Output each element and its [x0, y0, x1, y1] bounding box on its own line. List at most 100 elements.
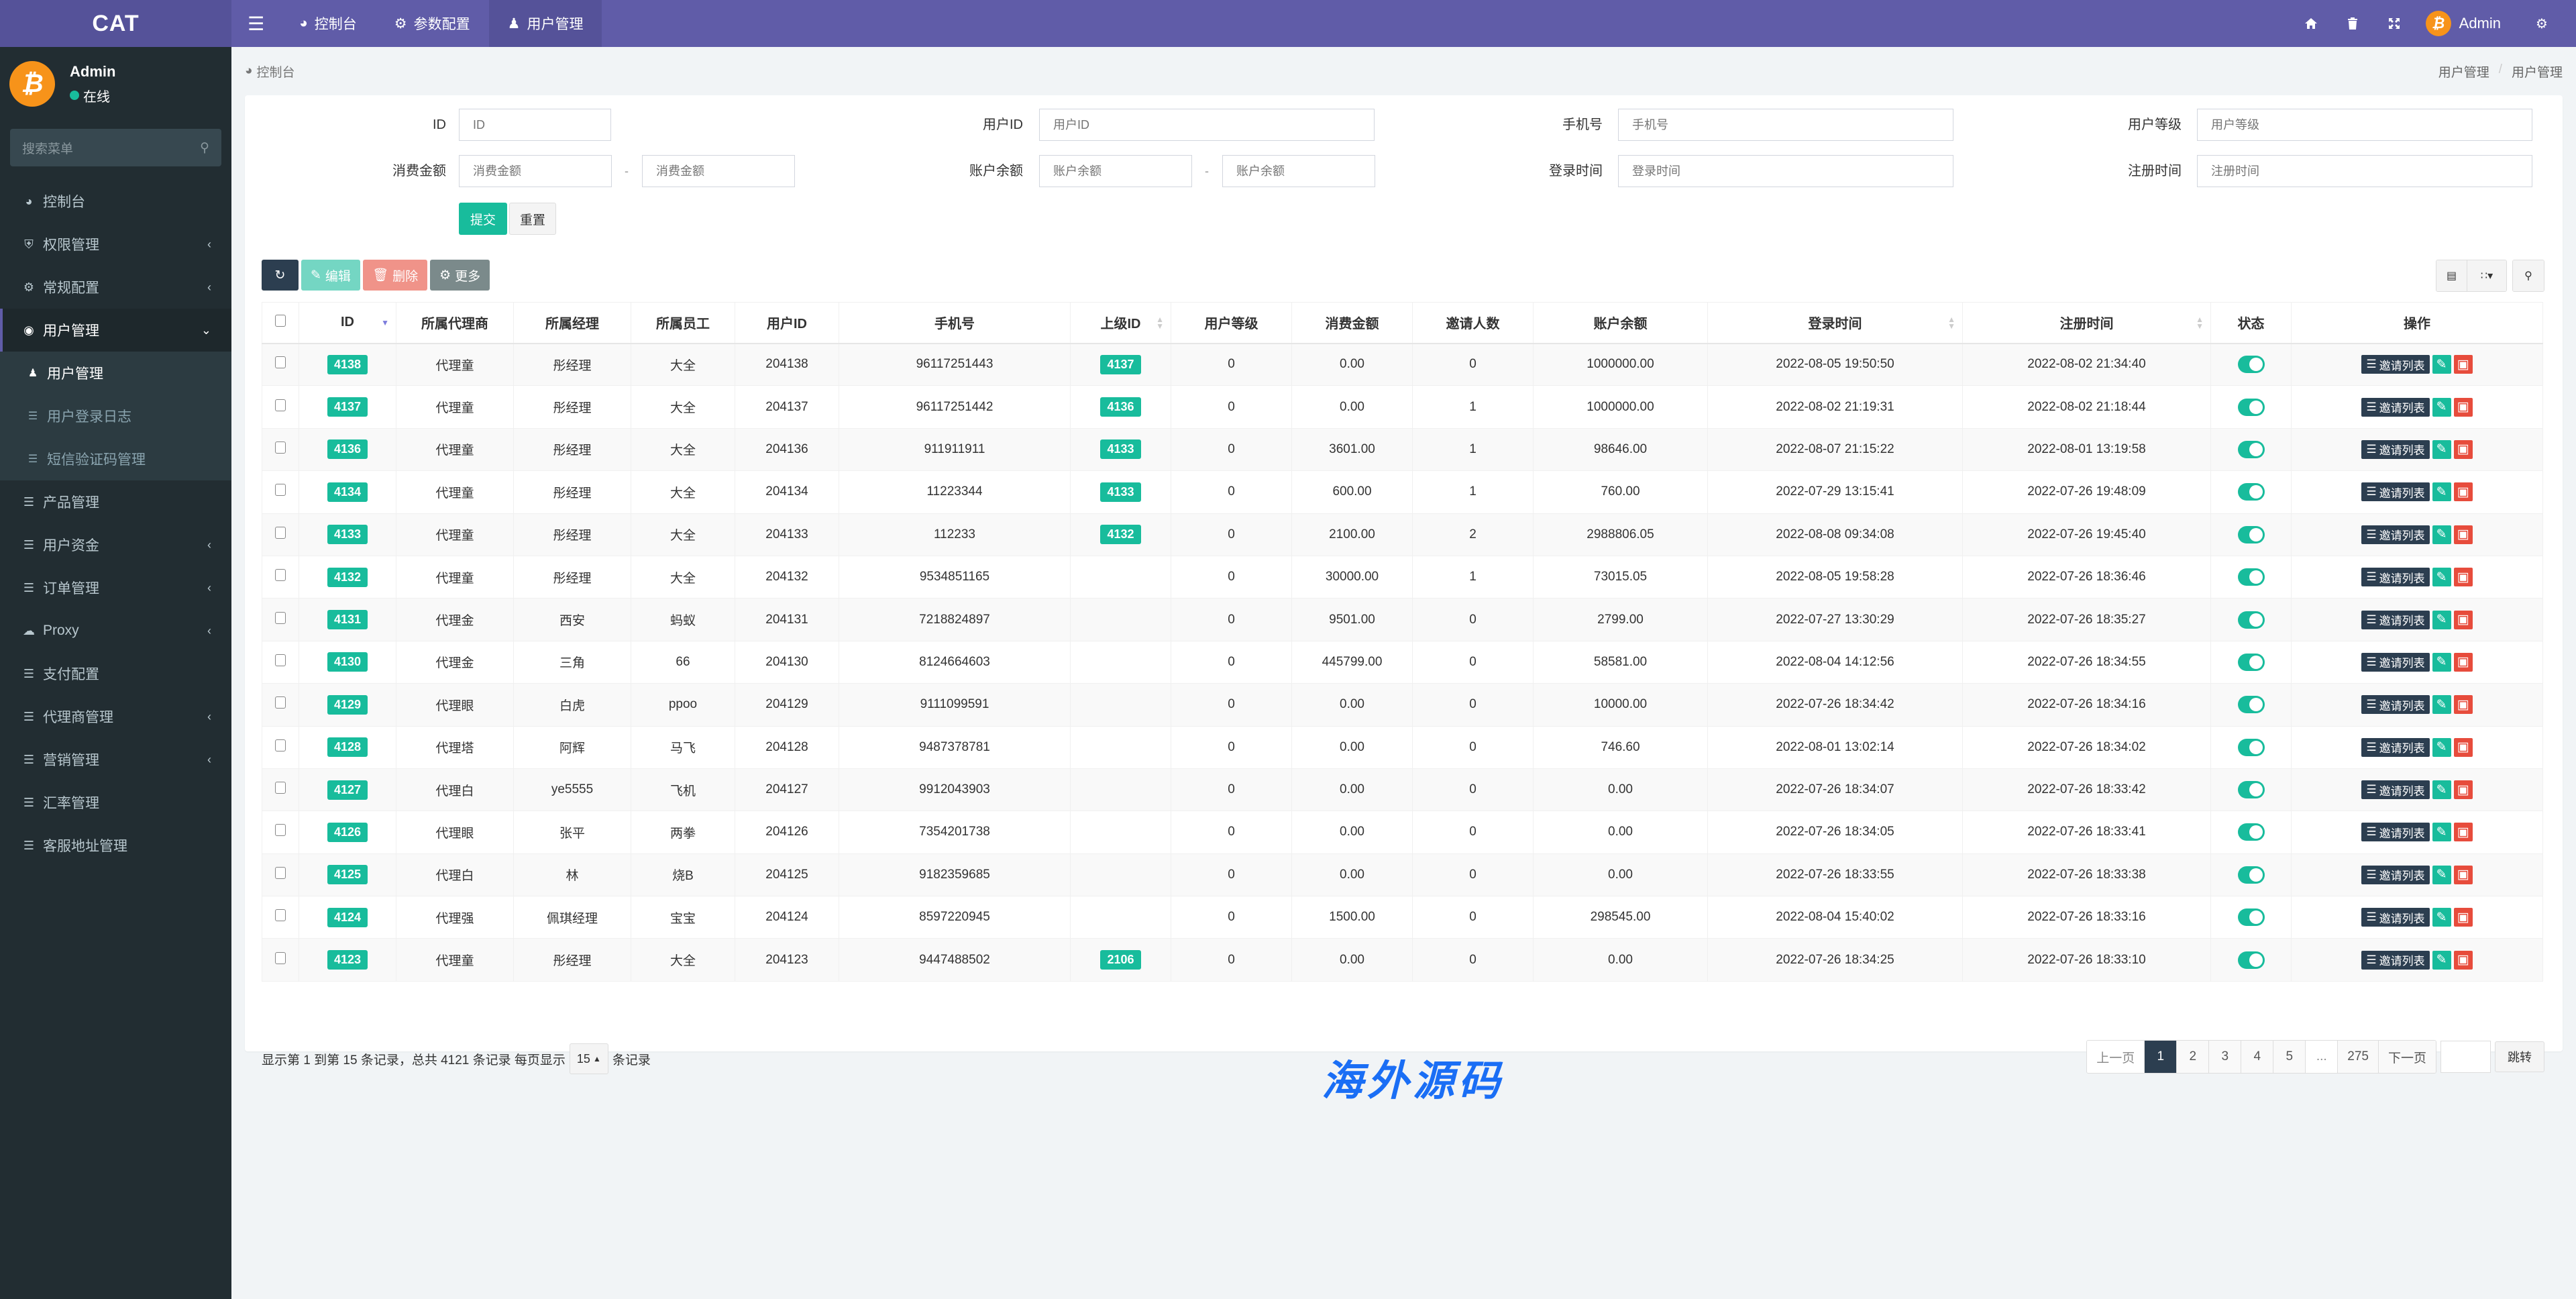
row-delete-button[interactable]: ▣ [2453, 865, 2473, 884]
row-delete-button[interactable]: ▣ [2453, 355, 2473, 374]
invite-list-button[interactable]: ☰ 邀请列表 [2361, 568, 2430, 587]
row-edit-button[interactable]: ✎ [2432, 610, 2451, 629]
status-toggle[interactable] [2237, 823, 2265, 841]
row-delete-button[interactable]: ▣ [2453, 823, 2473, 842]
row-checkbox[interactable] [262, 683, 299, 727]
row-delete-button[interactable]: ▣ [2453, 737, 2473, 757]
filter-reg-time-input[interactable] [2197, 155, 2532, 187]
clear-cache-button[interactable] [2332, 0, 2373, 47]
column-header-reg-time[interactable]: 注册时间 ▲ ▼ [1962, 302, 2211, 344]
invite-list-button[interactable]: ☰ 邀请列表 [2361, 695, 2430, 715]
invite-list-button[interactable]: ☰ 邀请列表 [2361, 780, 2430, 800]
topnav-tab-config[interactable]: ⚙ 参数配置 [376, 0, 489, 47]
invite-list-button[interactable]: ☰ 邀请列表 [2361, 823, 2430, 842]
reset-button[interactable]: 重置 [509, 203, 556, 235]
page-button-2[interactable]: 2 [2177, 1041, 2210, 1073]
table-row[interactable]: 4136 代理童 彤经理 大全 204136 911911911 4133 0 3601.00 1… [262, 427, 2543, 472]
select-all-checkbox[interactable] [262, 302, 299, 344]
invite-list-button[interactable]: ☰ 邀请列表 [2361, 397, 2430, 417]
control-sidebar-button[interactable]: ⚙ [2521, 0, 2563, 47]
sidebar-item-general-config[interactable]: ⚙ 常规配置 ‹ [0, 266, 231, 309]
sidebar-subitem-login-log[interactable]: ☰ 用户登录日志 [0, 395, 231, 437]
invite-list-button[interactable]: ☰ 邀请列表 [2361, 439, 2430, 459]
table-row[interactable]: 4130 代理金 三角 66 204130 8124664603 0 445799.00 0 58… [262, 640, 2543, 684]
topnav-tab-dashboard[interactable]: ◕ 控制台 [280, 0, 376, 47]
parent-id-badge[interactable]: 4137 [1100, 354, 1141, 374]
home-button[interactable] [2290, 0, 2332, 47]
sidebar-item-exchange-rate[interactable]: ☰ 汇率管理 [0, 781, 231, 824]
row-delete-button[interactable]: ▣ [2453, 482, 2473, 502]
row-delete-button[interactable]: ▣ [2453, 780, 2473, 800]
status-toggle[interactable] [2237, 908, 2265, 927]
invite-list-button[interactable]: ☰ 邀请列表 [2361, 355, 2430, 374]
row-edit-button[interactable]: ✎ [2432, 695, 2451, 715]
row-checkbox[interactable] [262, 513, 299, 556]
toggle-card-view-button[interactable]: ▤ [2436, 260, 2467, 291]
edit-button[interactable]: ✎ 编辑 [301, 260, 360, 291]
row-checkbox[interactable] [262, 385, 299, 429]
row-delete-button[interactable]: ▣ [2453, 439, 2473, 459]
row-checkbox[interactable] [262, 896, 299, 939]
row-edit-button[interactable]: ✎ [2432, 525, 2451, 544]
status-toggle[interactable] [2237, 611, 2265, 629]
table-row[interactable]: 4133 代理童 彤经理 大全 204133 112233 4132 0 2100.00 2 298… [262, 513, 2543, 556]
table-row[interactable]: 4126 代理眼 张平 两拳 204126 7354201738 0 0.00 0 0.00 202… [262, 811, 2543, 854]
topnav-tab-user-management[interactable]: ♟ 用户管理 [488, 0, 602, 47]
row-checkbox[interactable] [262, 725, 299, 769]
row-delete-button[interactable]: ▣ [2453, 695, 2473, 715]
row-checkbox[interactable] [262, 768, 299, 812]
invite-list-button[interactable]: ☰ 邀请列表 [2361, 908, 2430, 927]
parent-id-badge[interactable]: 2106 [1100, 950, 1141, 970]
sidebar-item-marketing[interactable]: ☰ 营销管理 ‹ [0, 738, 231, 781]
column-header-login-time[interactable]: 登录时间 ▲ ▼ [1707, 302, 1963, 344]
user-menu[interactable]: ₿ Admin [2415, 11, 2521, 36]
row-delete-button[interactable]: ▣ [2453, 652, 2473, 672]
sidebar-item-permissions[interactable]: ⛨ 权限管理 ‹ [0, 223, 231, 266]
row-delete-button[interactable]: ▣ [2453, 525, 2473, 544]
jump-page-input[interactable] [2440, 1041, 2491, 1073]
row-delete-button[interactable]: ▣ [2453, 397, 2473, 417]
invite-list-button[interactable]: ☰ 邀请列表 [2361, 482, 2430, 502]
column-header-parent-id[interactable]: 上级ID ▲ ▼ [1070, 302, 1171, 344]
page-button-5[interactable]: 5 [2273, 1041, 2306, 1073]
row-edit-button[interactable]: ✎ [2432, 652, 2451, 672]
page-button-4[interactable]: 4 [2241, 1041, 2274, 1073]
invite-list-button[interactable]: ☰ 邀请列表 [2361, 950, 2430, 970]
row-edit-button[interactable]: ✎ [2432, 950, 2451, 970]
parent-id-badge[interactable]: 4136 [1100, 397, 1141, 417]
table-row[interactable]: 4134 代理童 彤经理 大全 204134 11223344 4133 0 600.00 1 76… [262, 470, 2543, 514]
refresh-button[interactable]: ↻ [262, 260, 299, 291]
filter-phone-input[interactable] [1618, 109, 1953, 141]
row-checkbox[interactable] [262, 598, 299, 641]
more-button[interactable]: ⚙ 更多 [430, 260, 490, 291]
page-button-1[interactable]: 1 [2145, 1041, 2178, 1073]
sidebar-item-user-funds[interactable]: ☰ 用户资金 ‹ [0, 523, 231, 566]
row-checkbox[interactable] [262, 853, 299, 897]
status-toggle[interactable] [2237, 398, 2265, 416]
sidebar-item-proxy[interactable]: ☁ Proxy ‹ [0, 609, 231, 652]
row-delete-button[interactable]: ▣ [2453, 610, 2473, 629]
prev-page-button[interactable]: 上一页 [2087, 1041, 2145, 1073]
sidebar-subitem-sms-codes[interactable]: ☰ 短信验证码管理 [0, 437, 231, 480]
status-toggle[interactable] [2237, 781, 2265, 799]
page-button-3[interactable]: 3 [2209, 1041, 2242, 1073]
jump-button[interactable]: 跳转 [2495, 1041, 2544, 1072]
delete-button[interactable]: 🗑 删除 [362, 260, 428, 291]
filter-spend-min-input[interactable] [459, 155, 612, 187]
invite-list-button[interactable]: ☰ 邀请列表 [2361, 525, 2430, 544]
status-toggle[interactable] [2237, 951, 2265, 969]
fullscreen-button[interactable] [2373, 0, 2415, 47]
row-checkbox[interactable] [262, 811, 299, 854]
row-edit-button[interactable]: ✎ [2432, 439, 2451, 459]
table-row[interactable]: 4125 代理白林烧B 204125 9182359685 0 0.00 0 0.00 2022… [262, 853, 2543, 897]
row-edit-button[interactable]: ✎ [2432, 865, 2451, 884]
row-delete-button[interactable]: ▣ [2453, 568, 2473, 587]
sidebar-item-orders[interactable]: ☰ 订单管理 ‹ [0, 566, 231, 609]
columns-dropdown-button[interactable]: ∷▾ [2467, 260, 2506, 291]
status-toggle[interactable] [2237, 568, 2265, 586]
page-size-dropdown[interactable]: 15 ▲ [569, 1043, 608, 1074]
page-button-last[interactable]: 275 [2338, 1041, 2379, 1073]
filter-user-id-input[interactable] [1039, 109, 1375, 141]
row-edit-button[interactable]: ✎ [2432, 482, 2451, 502]
table-row[interactable]: 4132 代理童 彤经理 大全 204132 9534851165 0 30000.00 1 73… [262, 555, 2543, 599]
